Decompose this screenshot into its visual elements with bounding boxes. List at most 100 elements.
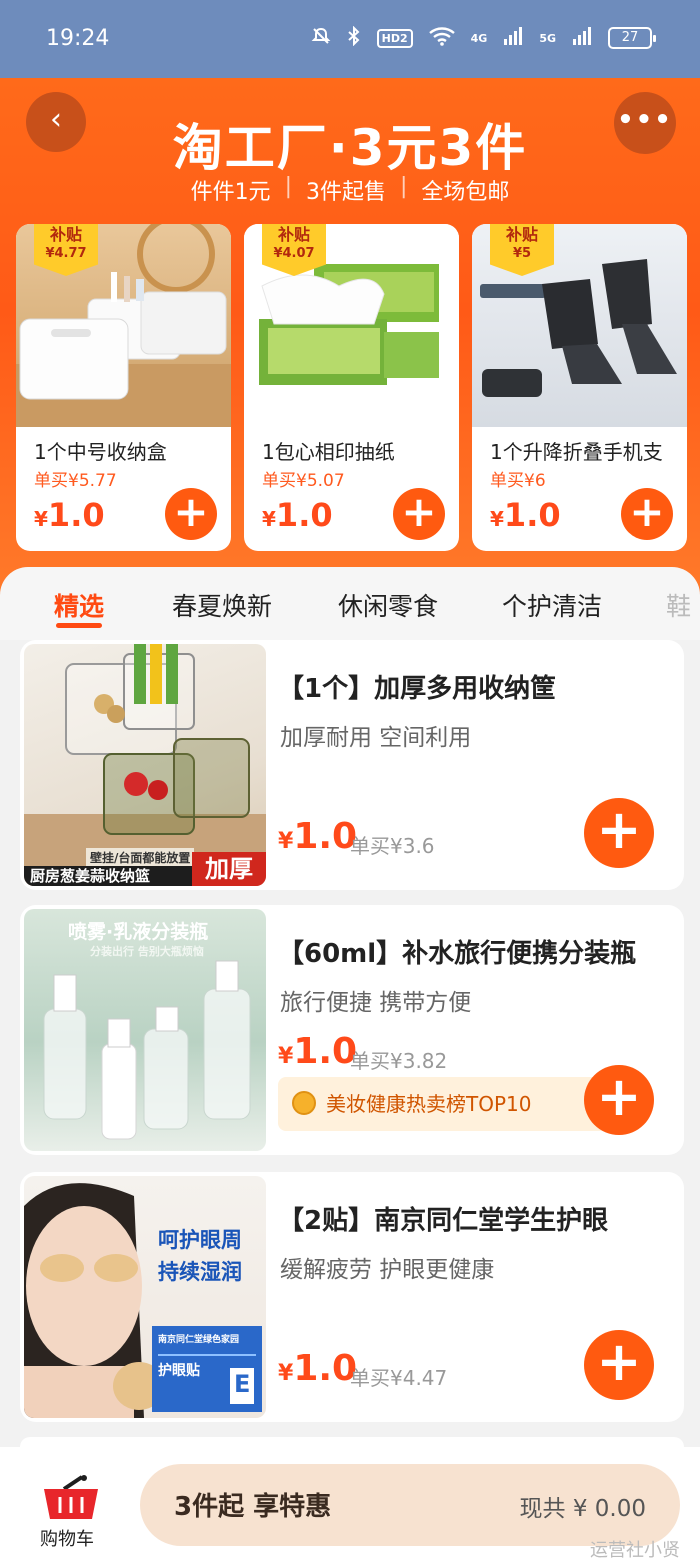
status-time: 19:24 [46, 26, 110, 51]
tab-spring-summer[interactable]: 春夏焕新 [172, 587, 272, 623]
currency-symbol: ¥ [262, 507, 276, 531]
add-to-cart-button[interactable]: + [621, 488, 673, 540]
wifi-icon [428, 26, 455, 50]
currency-symbol: ¥ [490, 507, 504, 531]
signal-4g: 4G [470, 31, 488, 45]
hd-badge: HD2 [376, 28, 413, 48]
subtitle-item: 件件1元 [190, 180, 271, 205]
product-title: 【1个】加厚多用收纳筐 [278, 674, 557, 704]
status-icons: HD2 4G 5G 27 [311, 25, 656, 50]
battery-indicator: 27 [608, 27, 656, 49]
travel-bottle-image: 喷雾·乳液分装瓶 分装出行 告别大瓶烦恼 [24, 909, 266, 1151]
product-price: ¥1.0 [278, 1031, 357, 1072]
deal-name: 1包心相印抽纸 [262, 440, 395, 464]
subtitle-item: 3件起售 [305, 180, 386, 205]
deal-price: ¥1.0 [490, 496, 561, 534]
product-card[interactable]: 喷雾·乳液分装瓶 分装出行 告别大瓶烦恼 【60ml】补水旅行便携分装瓶 旅行便… [20, 905, 684, 1155]
watermark: 运营社小贤 [590, 1540, 680, 1561]
product-card[interactable]: 壁挂/台面都能放置 厨房葱姜蒜收纳篮 加厚 【1个】加厚多用收纳筐 加厚耐用 空… [20, 640, 684, 890]
price-value: 1.0 [293, 816, 358, 857]
box-label: 护眼贴 [158, 1363, 200, 1379]
product-subtitle: 加厚耐用 空间利用 [280, 725, 472, 751]
subsidy-amount: ¥4.07 [273, 246, 315, 261]
cart-total: 现共 ¥ 0.00 [519, 1496, 646, 1522]
deal-card[interactable]: 补贴 ¥4.07 1包心相印抽纸 单买¥5.07 ¥1.0 + [244, 224, 459, 551]
price-value: 1.0 [293, 1031, 358, 1072]
signal-bars-icon [503, 26, 523, 50]
header-subtitle: 件件1元 | 3件起售 | 全场包邮 [0, 174, 700, 206]
product-title: 【60ml】补水旅行便携分装瓶 [278, 939, 637, 969]
box-brand: 南京同仁堂绿色家园 [158, 1335, 240, 1345]
image-title-line1: 呵护眼周 [158, 1228, 242, 1252]
subsidy-label: 补贴 [505, 225, 538, 244]
deal-price: ¥1.0 [34, 496, 105, 534]
product-single-price: 单买¥3.82 [350, 1049, 448, 1073]
product-single-price: 单买¥4.47 [350, 1366, 448, 1390]
deal-price: ¥1.0 [262, 496, 333, 534]
product-subtitle: 旅行便捷 携带方便 [280, 990, 472, 1016]
add-to-cart-button[interactable]: + [165, 488, 217, 540]
storage-basket-image: 壁挂/台面都能放置 厨房葱姜蒜收纳篮 加厚 [24, 644, 266, 886]
category-tabs: 精选 春夏焕新 休闲零食 个护清洁 鞋 [0, 567, 700, 640]
add-to-cart-button[interactable]: + [584, 1065, 654, 1135]
subtitle-item: 全场包邮 [421, 180, 510, 205]
tab-snacks[interactable]: 休闲零食 [338, 587, 438, 623]
currency-symbol: ¥ [278, 1044, 294, 1069]
subsidy-label: 补贴 [49, 225, 82, 244]
medal-icon [292, 1091, 316, 1115]
image-title-line2: 持续湿润 [158, 1260, 242, 1284]
image-caption-small: 壁挂/台面都能放置 [86, 848, 195, 867]
promo-header: ‹ 淘工厂·3元3件 ••• 件件1元 | 3件起售 | 全场包邮 补贴 ¥4.… [0, 78, 700, 598]
signal-5g: 5G [539, 31, 556, 45]
page-title: 淘工厂·3元3件 [172, 119, 528, 177]
tab-underline [56, 623, 102, 628]
checkout-label: 3件起 享特惠 [174, 1492, 332, 1522]
image-badge: 加厚 [192, 852, 266, 886]
product-price: ¥1.0 [278, 816, 357, 857]
deal-name: 1个升降折叠手机支 [490, 440, 663, 464]
separator: | [399, 174, 408, 199]
cart-label[interactable]: 购物车 [40, 1525, 94, 1551]
bluetooth-icon [347, 25, 361, 50]
product-price: ¥1.0 [278, 1348, 357, 1389]
checkout-button[interactable]: 3件起 享特惠 现共 ¥ 0.00 [140, 1464, 680, 1546]
add-to-cart-button[interactable]: + [584, 1330, 654, 1400]
subsidy-amount: ¥5 [512, 246, 532, 261]
currency-symbol: ¥ [34, 507, 48, 531]
status-bar: 19:24 HD2 4G 5G 27 [0, 0, 700, 78]
currency-symbol: ¥ [278, 1361, 294, 1386]
tab-shoes[interactable]: 鞋 [666, 587, 691, 623]
product-card[interactable]: 呵护眼周 持续湿润 南京同仁堂绿色家园 护眼贴 E 【2贴】南京同仁堂学生护眼 … [20, 1172, 684, 1422]
image-caption: 厨房葱姜蒜收纳篮 [24, 866, 192, 886]
subsidy-label: 补贴 [277, 225, 310, 244]
add-to-cart-button[interactable]: + [584, 798, 654, 868]
eye-patch-image: 呵护眼周 持续湿润 南京同仁堂绿色家园 护眼贴 E [24, 1176, 266, 1418]
product-title: 【2贴】南京同仁堂学生护眼 [278, 1206, 609, 1236]
tab-personal-care[interactable]: 个护清洁 [502, 587, 602, 623]
separator: | [284, 174, 292, 199]
tab-featured[interactable]: 精选 [54, 587, 104, 623]
more-button[interactable]: ••• [614, 92, 676, 154]
ranking-label: 美妆健康热卖榜TOP10 [326, 1092, 532, 1116]
product-subtitle: 缓解疲劳 护眼更健康 [280, 1257, 495, 1283]
shopping-basket-icon[interactable] [42, 1475, 100, 1521]
deal-name: 1个中号收纳盒 [34, 440, 167, 464]
deal-single-price: 单买¥6 [490, 471, 546, 491]
deal-card[interactable]: 补贴 ¥5 1个升降折叠手机支 单买¥6 ¥1.0 + [472, 224, 687, 551]
price-value: 1.0 [275, 496, 333, 534]
deal-single-price: 单买¥5.77 [34, 471, 117, 491]
signal-bars-icon [572, 26, 592, 50]
subsidy-amount: ¥4.77 [45, 246, 87, 261]
deal-single-price: 单买¥5.07 [262, 471, 345, 491]
ranking-badge[interactable]: 美妆健康热卖榜TOP10 [278, 1077, 608, 1131]
add-to-cart-button[interactable]: + [393, 488, 445, 540]
deal-card[interactable]: 补贴 ¥4.77 1个中号收纳盒 单买¥5.77 ¥1.0 + [16, 224, 231, 551]
product-single-price: 单买¥3.6 [350, 834, 435, 858]
price-value: 1.0 [47, 496, 105, 534]
currency-symbol: ¥ [278, 829, 294, 854]
price-value: 1.0 [503, 496, 561, 534]
price-value: 1.0 [293, 1348, 358, 1389]
deal-row: 补贴 ¥4.77 1个中号收纳盒 单买¥5.77 ¥1.0 + 补贴 ¥4.07… [16, 224, 687, 551]
box-letter: E [234, 1370, 251, 1398]
mute-icon [311, 26, 331, 50]
